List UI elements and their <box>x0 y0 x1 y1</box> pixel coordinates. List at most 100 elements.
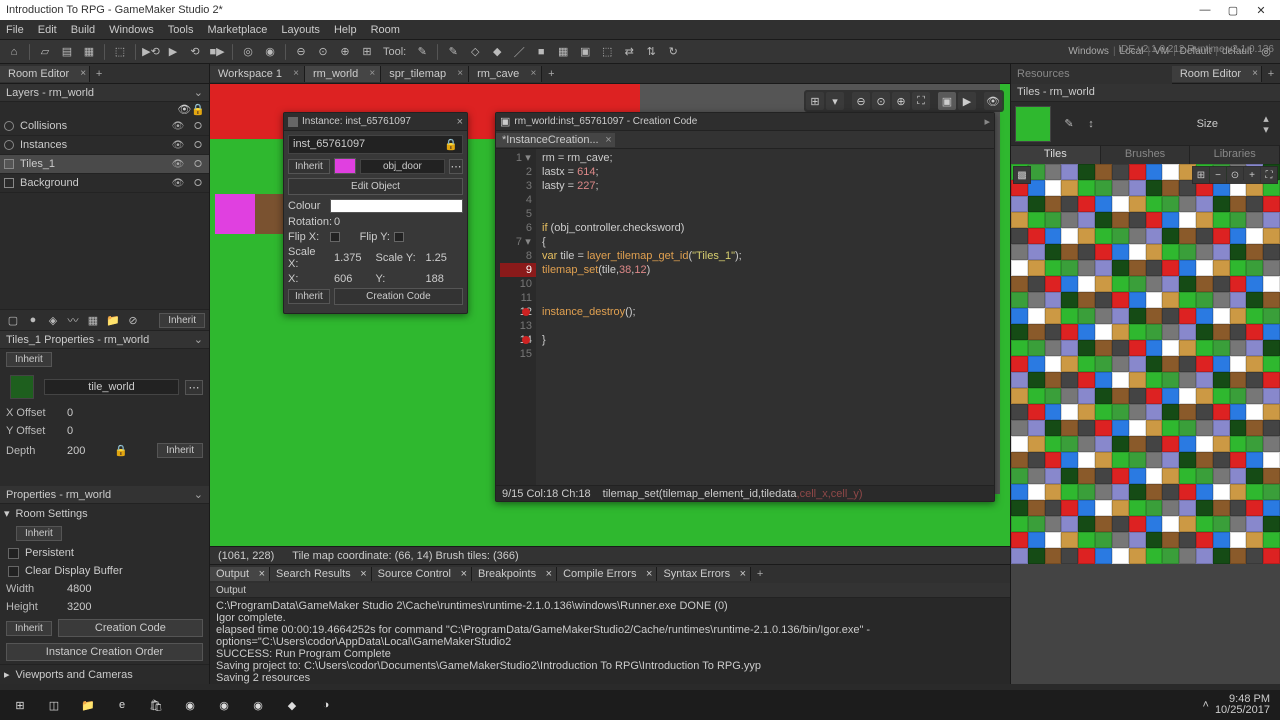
views-icon[interactable]: 👁 <box>984 92 1002 110</box>
code-tab[interactable]: *InstanceCreation...× <box>496 133 615 147</box>
expand-handle-icon[interactable]: ▸ <box>984 115 990 128</box>
visibility-icon[interactable]: 👁 <box>171 159 185 170</box>
fit-icon[interactable]: ⛶ <box>912 92 930 110</box>
folder-icon[interactable]: 📁 <box>104 311 122 329</box>
tab-room-editor-right[interactable]: Room Editor× <box>1172 66 1262 82</box>
x-value[interactable]: 606 <box>330 273 372 285</box>
flipx-checkbox[interactable] <box>330 232 340 242</box>
brush-icon[interactable]: ✎ <box>443 42 463 62</box>
edge-icon[interactable]: e <box>106 692 138 718</box>
lock-icon[interactable]: 🔒 <box>114 444 128 457</box>
close-icon[interactable]: × <box>1252 68 1258 79</box>
app-icon[interactable]: ◉ <box>242 692 274 718</box>
creation-code-button[interactable]: Creation Code <box>334 288 463 305</box>
code-editor[interactable]: 1▾234567▾89101112131415 rm = rm_cave; la… <box>496 149 994 485</box>
colour-field[interactable] <box>330 199 463 213</box>
inheritance-icon[interactable]: ⬚ <box>597 42 617 62</box>
chrome-icon[interactable]: ◉ <box>174 692 206 718</box>
object-dropdown-icon[interactable]: ⋯ <box>449 159 463 174</box>
fit-icon[interactable]: ⛶ <box>1261 167 1277 183</box>
grid-icon[interactable]: ⊞ <box>1193 167 1209 183</box>
add-path-layer-icon[interactable]: 〰 <box>64 311 82 329</box>
zoom-in-icon[interactable]: + <box>1244 167 1260 183</box>
grid-dropdown-icon[interactable]: ▾ <box>826 92 844 110</box>
debug-icon[interactable]: ▶⟲ <box>141 42 161 62</box>
inherit-button[interactable]: Inherit <box>288 289 330 304</box>
eraser-icon[interactable]: ◇ <box>465 42 485 62</box>
rotation-value[interactable]: 0 <box>330 216 463 228</box>
add-tab-icon[interactable]: + <box>1262 68 1280 80</box>
system-clock[interactable]: 9:48 PM10/25/2017 <box>1215 694 1270 716</box>
flipy-checkbox[interactable] <box>394 232 404 242</box>
save-icon[interactable]: ▦ <box>79 42 99 62</box>
add-tab-icon[interactable]: + <box>90 68 108 80</box>
tab-rm-world[interactable]: rm_world× <box>305 66 381 82</box>
menu-edit[interactable]: Edit <box>38 24 57 36</box>
zoom-in-icon[interactable]: ⊕ <box>335 42 355 62</box>
start-button[interactable]: ⊞ <box>4 692 36 718</box>
xoffset-value[interactable]: 0 <box>67 407 73 419</box>
menu-layouts[interactable]: Layouts <box>281 24 320 36</box>
app-icon[interactable]: ◑ <box>310 692 342 718</box>
tab-libraries[interactable]: Libraries <box>1190 146 1280 164</box>
close-icon[interactable]: × <box>293 68 299 79</box>
clear-buffer-checkbox[interactable] <box>8 566 19 577</box>
lock-icon[interactable]: ⭘ <box>191 140 205 151</box>
package-icon[interactable]: ⬚ <box>110 42 130 62</box>
size-up-icon[interactable]: ▴ <box>1256 113 1276 123</box>
tab-search-results[interactable]: Search Results× <box>270 567 372 581</box>
target-icon[interactable]: ◎ <box>238 42 258 62</box>
config-icon[interactable]: ◉ <box>260 42 280 62</box>
flip-h-icon[interactable]: ⇄ <box>619 42 639 62</box>
output-log[interactable]: C:\ProgramData\GameMaker Studio 2\Cache\… <box>210 598 1010 684</box>
close-icon[interactable]: × <box>457 68 463 79</box>
tileset-name-field[interactable]: tile_world <box>44 379 179 395</box>
home-icon[interactable]: ⌂ <box>4 42 24 62</box>
zoom-out-icon[interactable]: − <box>1210 167 1226 183</box>
lock-icon[interactable]: ⭘ <box>191 178 205 189</box>
fill-icon[interactable]: ◆ <box>487 42 507 62</box>
close-icon[interactable]: × <box>646 568 652 580</box>
tab-workspace1[interactable]: Workspace 1× <box>210 66 305 82</box>
close-icon[interactable]: × <box>530 68 536 79</box>
instance-name-field[interactable]: inst_65761097🔒 <box>288 135 463 154</box>
tile-props-header[interactable]: Tiles_1 Properties - rm_world⌄ <box>0 331 209 349</box>
scaley-value[interactable]: 1.25 <box>422 252 464 264</box>
menu-room[interactable]: Room <box>371 24 400 36</box>
close-icon[interactable]: × <box>259 568 265 580</box>
line-icon[interactable]: ／ <box>509 42 529 62</box>
target-windows[interactable]: Windows <box>1068 46 1109 57</box>
tab-compile-errors[interactable]: Compile Errors× <box>557 567 657 581</box>
play-anim-icon[interactable]: ▣ <box>938 92 956 110</box>
pencil-icon[interactable]: ✎ <box>1059 114 1079 134</box>
layer-instances[interactable]: Instances👁⭘ <box>0 136 209 155</box>
inherit-button[interactable]: Inherit <box>157 443 203 458</box>
pencil-tool-icon[interactable]: ✎ <box>412 42 432 62</box>
menu-help[interactable]: Help <box>334 24 357 36</box>
layer-background[interactable]: Background👁⭘ <box>0 174 209 193</box>
flip-v-icon[interactable]: ⇅ <box>641 42 661 62</box>
inherit-button[interactable]: Inherit <box>288 159 330 174</box>
zoom-in-icon[interactable]: ⊕ <box>892 92 910 110</box>
room-props-header[interactable]: Properties - rm_world⌄ <box>0 486 209 504</box>
task-view-icon[interactable]: ◫ <box>38 692 70 718</box>
room-width-value[interactable]: 4800 <box>67 583 91 595</box>
select-icon[interactable]: ▦ <box>553 42 573 62</box>
visibility-icon[interactable]: 👁 <box>171 140 185 151</box>
instance-order-button[interactable]: Instance Creation Order <box>6 643 203 661</box>
delete-layer-icon[interactable]: ⊘ <box>124 311 142 329</box>
lock-icon[interactable]: 🔒 <box>444 138 458 151</box>
close-icon[interactable]: × <box>605 134 611 146</box>
edit-object-button[interactable]: Edit Object <box>288 178 463 195</box>
lock-icon[interactable]: ⭘ <box>191 121 205 132</box>
checker-icon[interactable]: ▩ <box>1014 167 1030 183</box>
close-icon[interactable]: × <box>546 568 552 580</box>
close-icon[interactable]: × <box>457 116 463 128</box>
add-instance-layer-icon[interactable]: ● <box>24 311 42 329</box>
menu-tools[interactable]: Tools <box>168 24 194 36</box>
yoffset-value[interactable]: 0 <box>67 425 73 437</box>
app-icon[interactable]: ◉ <box>208 692 240 718</box>
depth-value[interactable]: 200 <box>67 445 85 457</box>
zoom-reset-icon[interactable]: ⊙ <box>1227 167 1243 183</box>
visibility-icon[interactable]: 👁 <box>171 121 185 132</box>
